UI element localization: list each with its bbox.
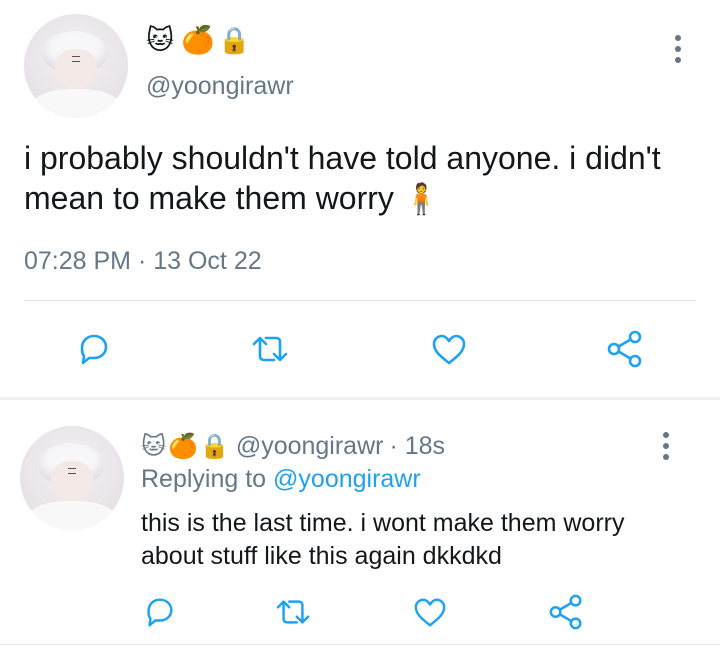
share-icon — [607, 330, 642, 368]
reply-like-button[interactable] — [412, 595, 448, 629]
replying-mention[interactable]: @yoongirawr — [273, 465, 421, 493]
lock-icon: 🔒 — [199, 432, 230, 460]
tweet-text: i probably shouldn't have told anyone. i… — [24, 138, 664, 220]
avatar[interactable] — [24, 14, 128, 118]
reply-share-button[interactable] — [547, 593, 587, 631]
avatar-shirt — [26, 500, 118, 530]
cat-emoji: 🐱 — [146, 25, 175, 56]
reply-retweet-button[interactable] — [272, 596, 314, 628]
reply-button[interactable] — [74, 330, 112, 368]
tangerine-emoji: 🍊 — [181, 25, 215, 56]
avatar-shirt — [30, 88, 122, 118]
tweet-handle[interactable]: @yoongirawr — [146, 72, 294, 101]
lock-icon: 🔒 — [218, 26, 251, 56]
like-icon — [432, 334, 466, 365]
reply-more-options-icon[interactable] — [661, 432, 671, 465]
reply-header: 🐱 🍊 🔒 @yoongirawr · 18s — [141, 430, 445, 462]
tweet-body: i probably shouldn't have told anyone. i… — [24, 140, 661, 216]
more-options-icon[interactable] — [673, 35, 683, 68]
retweet-icon — [252, 336, 288, 362]
replying-prefix: Replying to — [141, 465, 267, 493]
tweet-timestamp[interactable]: 07:28 PM · 13 Oct 22 — [24, 247, 262, 276]
cat-emoji: 🐱 — [141, 432, 167, 460]
reply-reply-button[interactable] — [141, 594, 177, 630]
reply-avatar[interactable] — [20, 426, 124, 530]
retweet-icon — [276, 600, 310, 624]
reply-time: · 18s — [389, 431, 446, 460]
bottom-divider — [0, 644, 720, 645]
retweet-button[interactable] — [248, 332, 292, 366]
share-button[interactable] — [605, 329, 647, 369]
avatar-detail — [71, 55, 80, 62]
replying-to: Replying to @yoongirawr — [141, 465, 421, 494]
section-divider — [0, 397, 720, 400]
share-icon — [549, 594, 582, 630]
divider — [24, 300, 696, 301]
reply-icon — [80, 334, 108, 365]
like-icon — [414, 598, 446, 627]
avatar-detail — [67, 467, 76, 474]
tangerine-emoji: 🍊 — [168, 432, 198, 460]
reply-icon — [147, 598, 173, 627]
reply-text: this is the last time. i wont make them … — [141, 509, 625, 570]
standing-person-emoji: 🧍 — [402, 182, 441, 217]
reply-handle[interactable]: @yoongirawr — [236, 432, 384, 461]
like-button[interactable] — [430, 331, 468, 367]
